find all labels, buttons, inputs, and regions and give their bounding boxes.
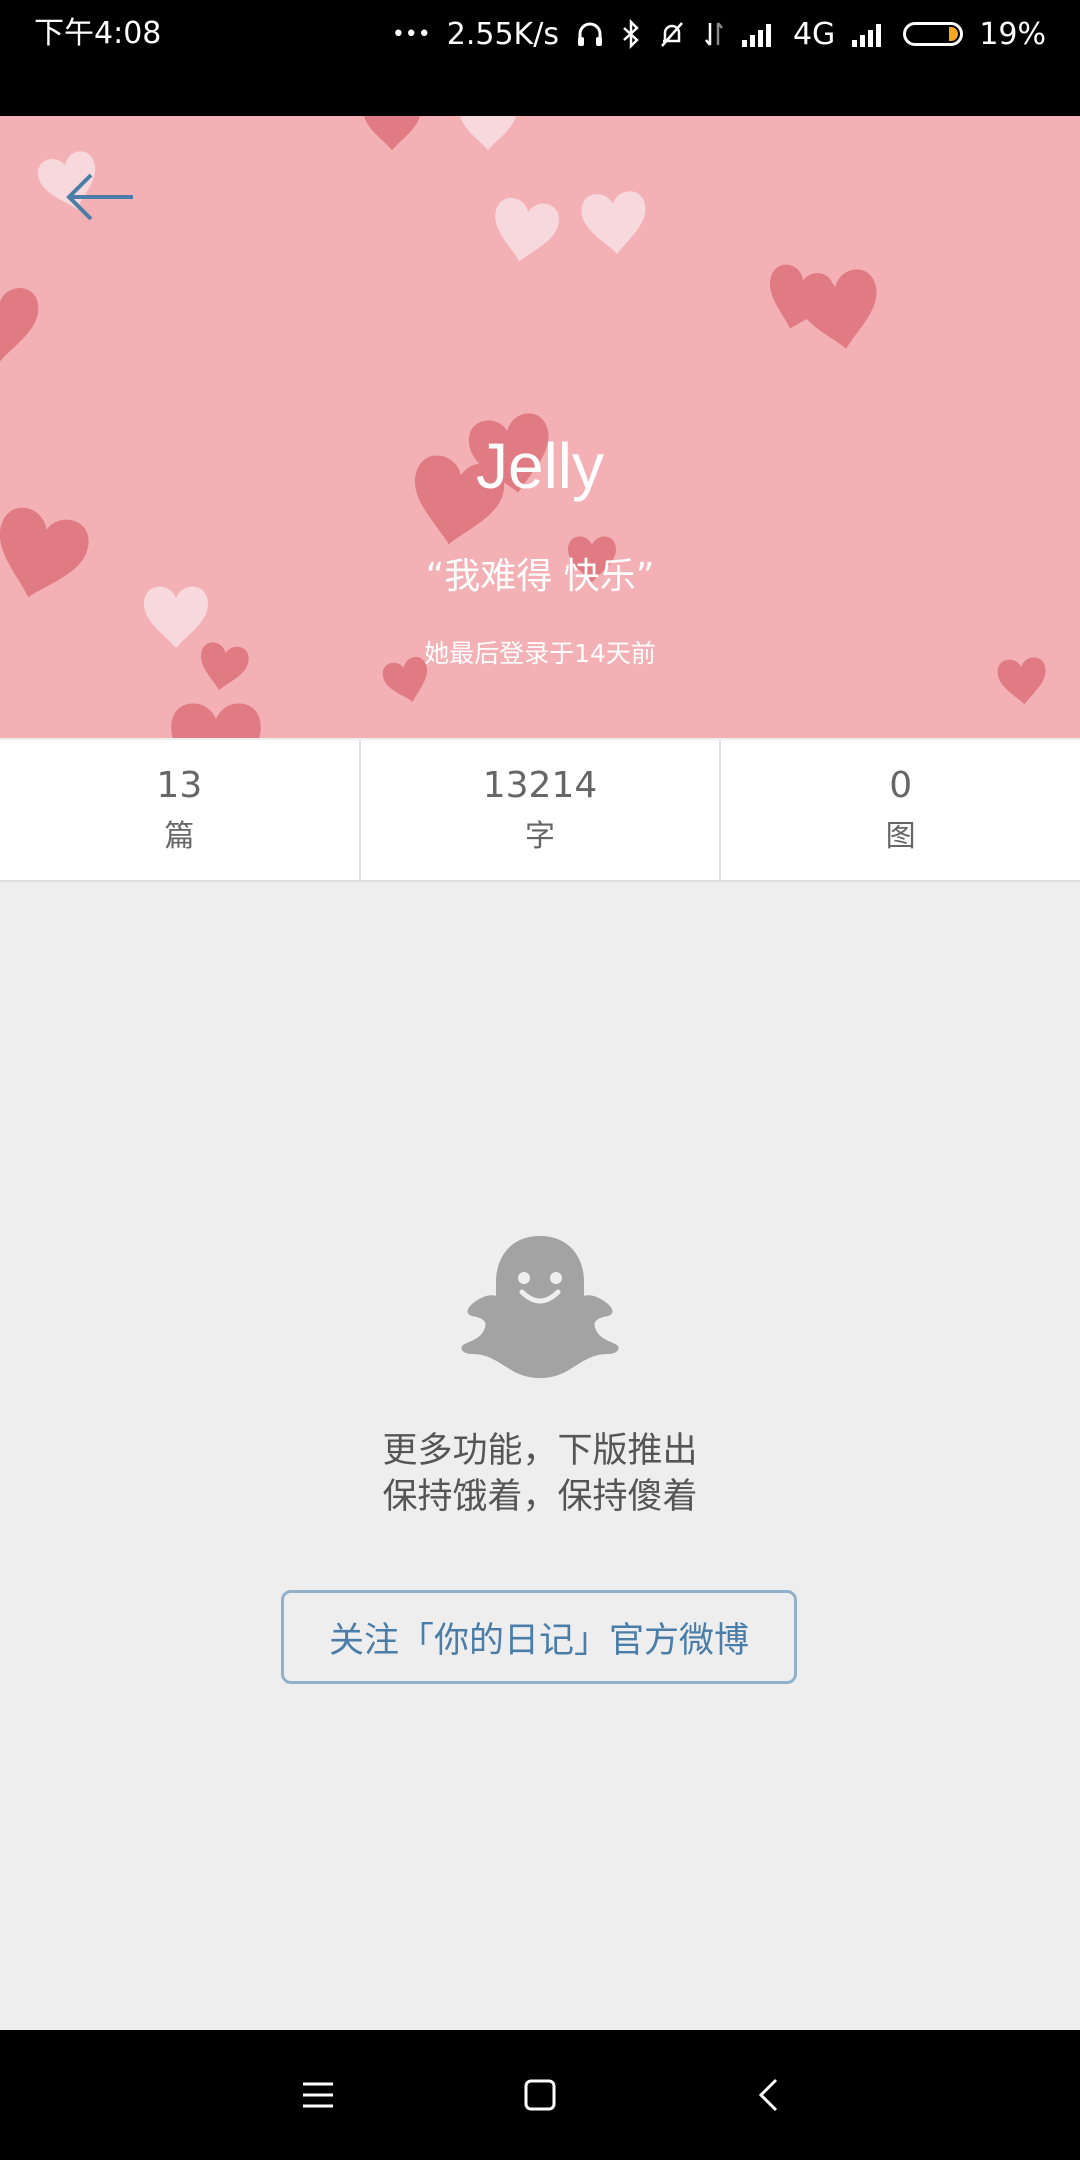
profile-header: Jelly “我难得 快乐” 她最后登录于14天前 bbox=[0, 116, 1080, 738]
stat-label: 篇 bbox=[164, 819, 195, 854]
bluetooth-icon bbox=[621, 19, 641, 49]
empty-line-1: 更多功能，下版推出 bbox=[382, 1431, 698, 1471]
home-button[interactable] bbox=[510, 2065, 570, 2125]
status-bar: 下午4:08 ••• 2.55K/s 4G 19% bbox=[0, 0, 1080, 116]
status-dots: ••• bbox=[391, 21, 431, 47]
back-button[interactable] bbox=[54, 152, 144, 242]
status-icons: ••• 2.55K/s 4G 19% bbox=[392, 14, 1046, 54]
stat-words[interactable]: 13214 字 bbox=[361, 740, 722, 880]
stat-value: 13 bbox=[156, 765, 203, 806]
battery-icon bbox=[903, 22, 964, 46]
mute-icon bbox=[657, 19, 687, 49]
network-type: 4G bbox=[792, 16, 836, 52]
system-back-button[interactable] bbox=[738, 2065, 798, 2125]
signal-2-icon bbox=[851, 20, 887, 48]
last-login-text: 她最后登录于14天前 bbox=[424, 639, 656, 668]
stat-label: 图 bbox=[885, 819, 916, 854]
stat-value: 0 bbox=[889, 765, 913, 806]
arrow-left-icon bbox=[66, 173, 133, 221]
back-icon bbox=[758, 2078, 778, 2112]
ghost-icon bbox=[461, 1236, 619, 1378]
network-speed: 2.55K/s bbox=[446, 16, 559, 52]
status-time: 下午4:08 bbox=[34, 16, 162, 51]
stat-label: 字 bbox=[525, 819, 555, 854]
stat-images[interactable]: 0 图 bbox=[721, 740, 1080, 880]
profile-name: Jelly bbox=[475, 430, 605, 502]
data-arrows-icon bbox=[703, 19, 725, 49]
stat-value: 13214 bbox=[482, 765, 598, 806]
home-icon bbox=[524, 2079, 556, 2111]
stats-row: 13 篇 13214 字 0 图 bbox=[0, 740, 1080, 882]
profile-quote: “我难得 快乐” bbox=[425, 556, 655, 597]
stat-entries[interactable]: 13 篇 bbox=[0, 740, 361, 880]
menu-button[interactable] bbox=[288, 2065, 348, 2125]
menu-icon bbox=[303, 2082, 333, 2108]
empty-line-2: 保持饿着，保持傻着 bbox=[382, 1477, 698, 1517]
headphones-icon bbox=[575, 19, 605, 49]
empty-state-text: 更多功能，下版推出 保持饿着，保持傻着 bbox=[0, 1428, 1080, 1520]
signal-icon bbox=[741, 20, 777, 48]
battery-percent: 19% bbox=[979, 16, 1046, 52]
follow-weibo-button[interactable]: 关注「你的日记」官方微博 bbox=[281, 1590, 797, 1684]
navigation-bar bbox=[0, 2030, 1080, 2160]
